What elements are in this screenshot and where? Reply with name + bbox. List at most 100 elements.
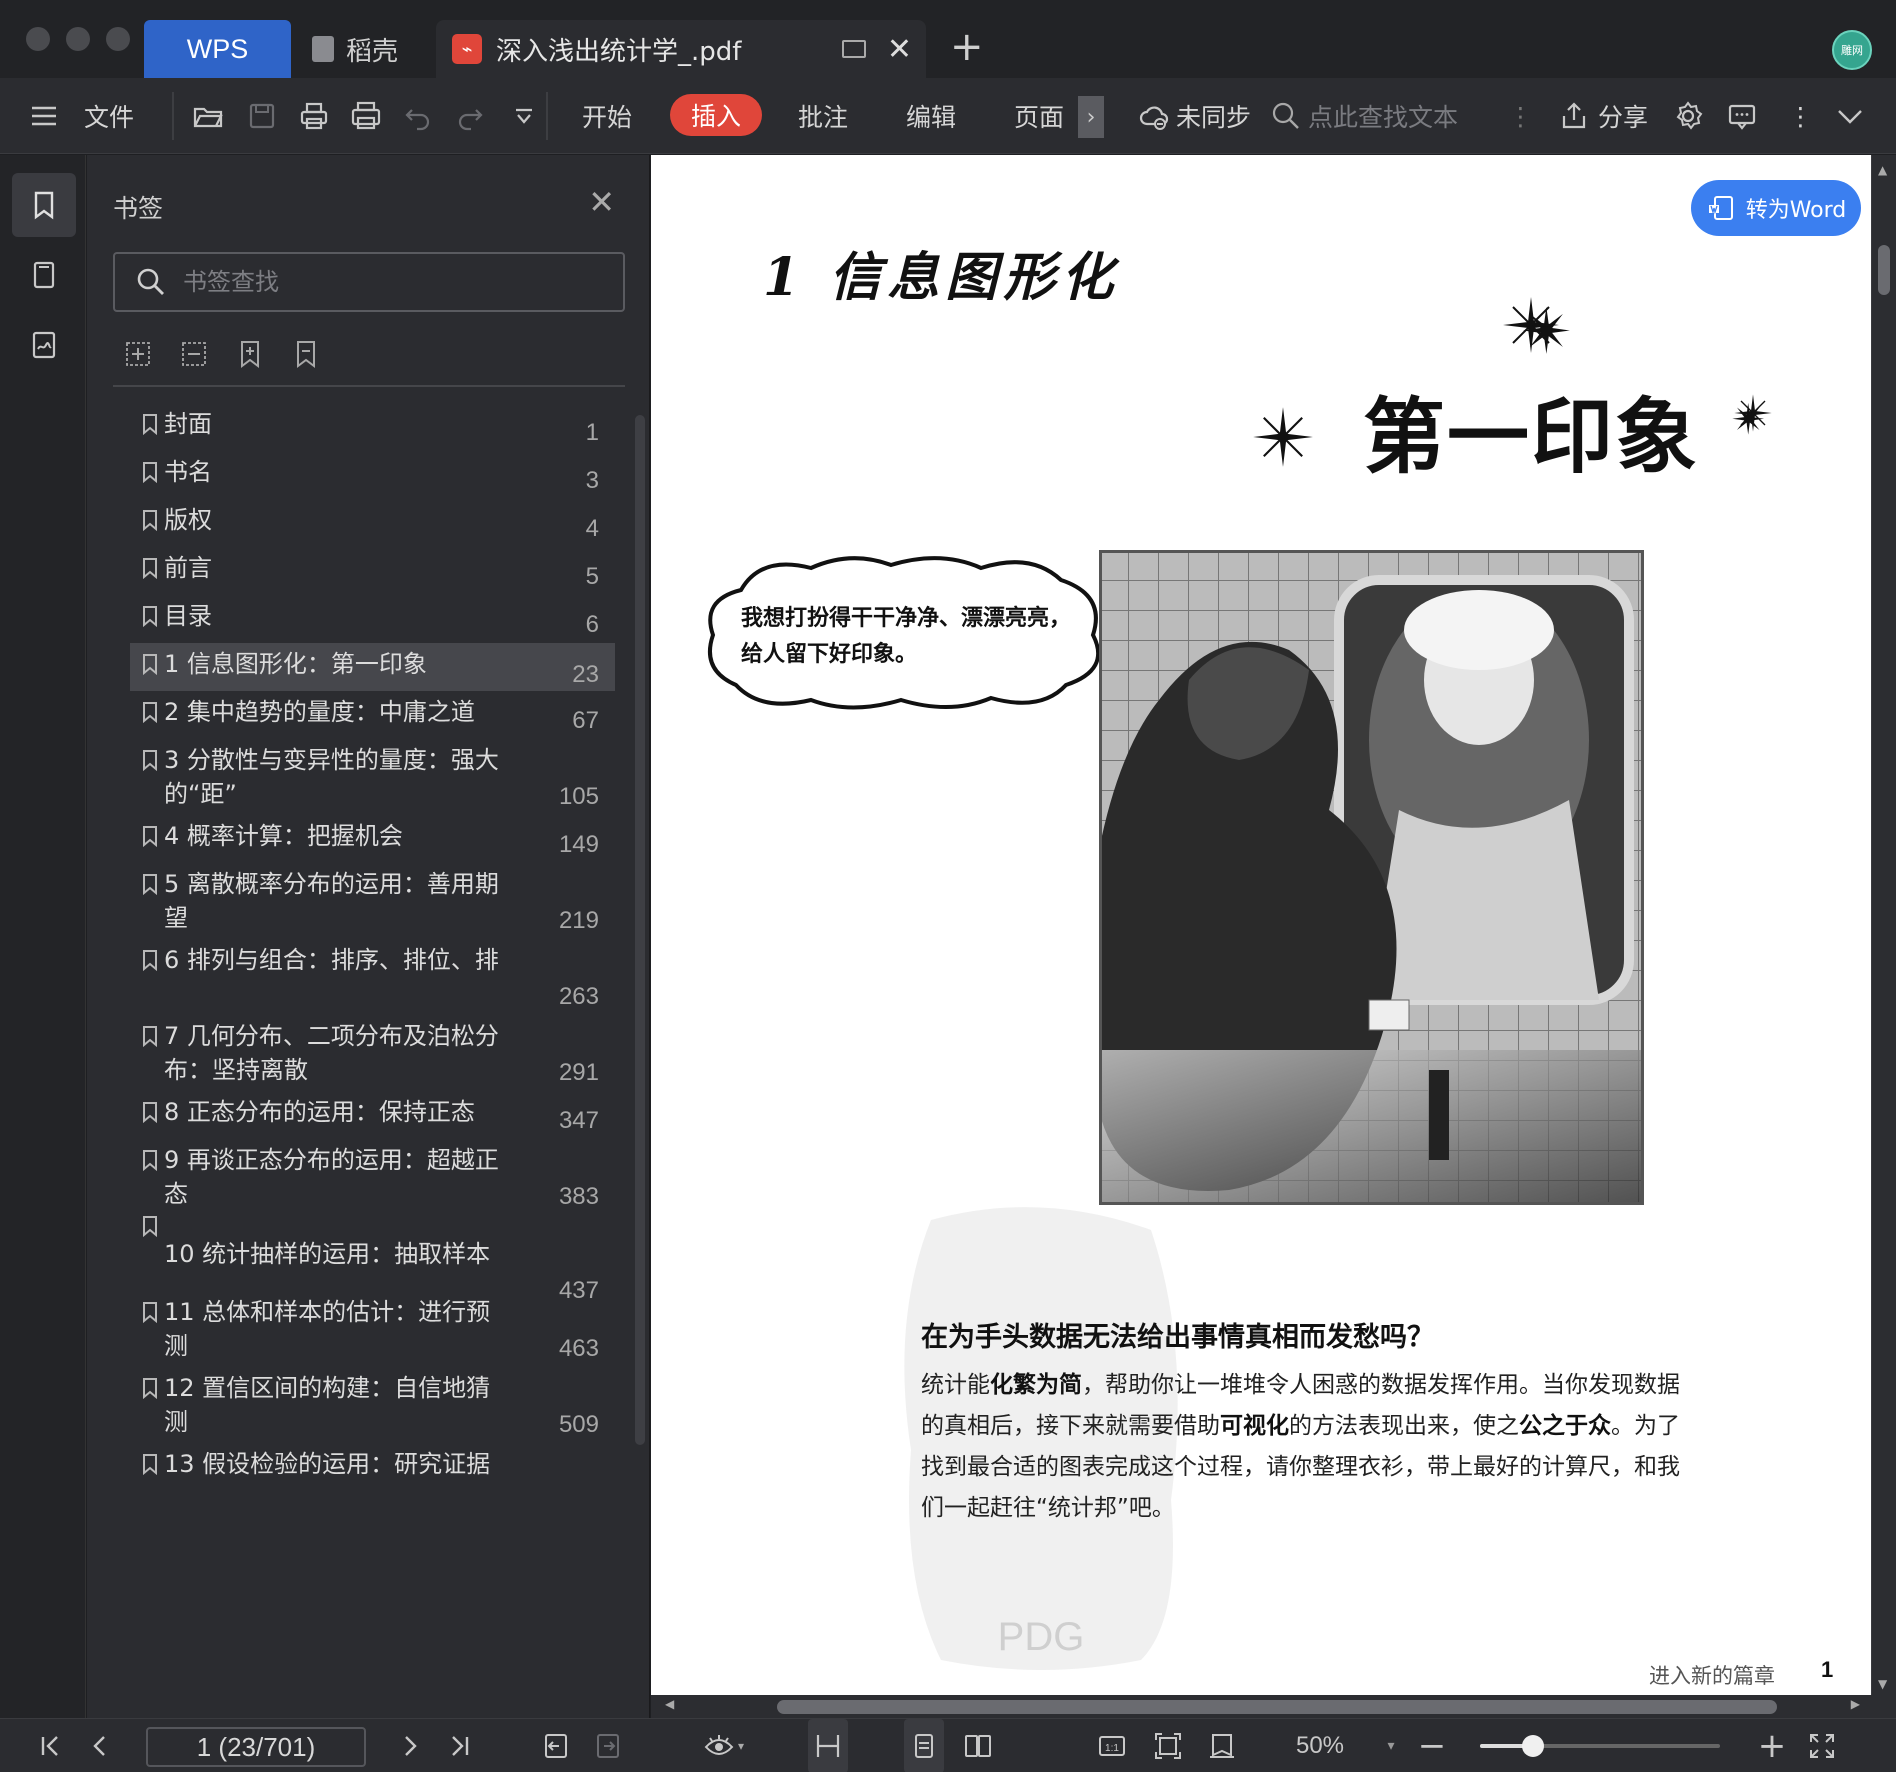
- window-close-button[interactable]: [26, 27, 50, 51]
- menu-file[interactable]: 文件: [84, 78, 134, 154]
- panel-scrollbar[interactable]: [635, 415, 645, 1445]
- open-folder-icon[interactable]: [192, 100, 224, 132]
- go-back-icon[interactable]: [538, 1719, 574, 1772]
- bookmark-search-box[interactable]: [113, 252, 625, 312]
- save-icon[interactable]: [246, 100, 278, 132]
- panel-close-icon[interactable]: ✕: [588, 183, 615, 221]
- bookmark-panel-button[interactable]: [12, 173, 76, 237]
- actual-size-button[interactable]: 1:1: [1092, 1719, 1132, 1772]
- bookmark-item[interactable]: 1 信息图形化：第一印象 23: [130, 643, 615, 691]
- fullscreen-icon[interactable]: [1802, 1719, 1842, 1772]
- zoom-dropdown-icon[interactable]: ▾: [1378, 1719, 1404, 1772]
- desktop-icon[interactable]: [842, 40, 866, 58]
- delete-bookmark-icon[interactable]: [291, 339, 321, 369]
- first-page-icon[interactable]: [32, 1719, 68, 1772]
- tab-start[interactable]: 开始: [582, 78, 632, 154]
- bookmark-item[interactable]: 13 假设检验的运用：研究证据: [130, 1443, 615, 1503]
- more-vertical-icon[interactable]: ⋮: [1508, 78, 1533, 154]
- window-minimize-button[interactable]: [66, 27, 90, 51]
- fit-width-button[interactable]: [1202, 1719, 1242, 1772]
- tab-close-icon[interactable]: ✕: [887, 32, 912, 67]
- bookmark-label: 目录: [164, 602, 212, 630]
- last-page-icon[interactable]: [442, 1719, 478, 1772]
- tab-insert[interactable]: 插入: [670, 94, 762, 136]
- vertical-scroll-thumb[interactable]: [1878, 245, 1890, 295]
- zoom-slider-handle[interactable]: [1521, 1735, 1544, 1757]
- bookmark-item[interactable]: 9 再谈正态分布的运用：超越正态 383: [130, 1139, 615, 1215]
- bookmark-item[interactable]: 3 分散性与变异性的量度：强大的“距” 105: [130, 739, 615, 815]
- bookmark-item[interactable]: 版权 4: [130, 499, 615, 547]
- bookmark-item[interactable]: 前言 5: [130, 547, 615, 595]
- comment-icon[interactable]: [1726, 100, 1758, 132]
- sync-status[interactable]: 未同步: [1176, 78, 1251, 154]
- horizontal-scrollbar[interactable]: ◀ ▶: [651, 1695, 1896, 1718]
- zoom-out-icon[interactable]: −: [1414, 1719, 1450, 1772]
- new-tab-button[interactable]: +: [950, 24, 984, 70]
- bookmark-item[interactable]: 10 统计抽样的运用：抽取样本 437: [130, 1215, 615, 1304]
- collapse-ribbon-chevron-icon[interactable]: [1834, 100, 1866, 132]
- single-page-view-button[interactable]: [904, 1719, 944, 1772]
- thumbnail-panel-button[interactable]: [12, 243, 76, 307]
- bookmark-icon: [142, 557, 158, 580]
- page-number-input[interactable]: 1 (23/701): [146, 1727, 366, 1767]
- bookmark-search-input[interactable]: [183, 268, 583, 296]
- tab-pdf-document[interactable]: ⌁ 深入浅出统计学_.pdf ✕: [436, 20, 926, 78]
- tab-page[interactable]: 页面: [1014, 78, 1064, 154]
- bookmark-item[interactable]: 11 总体和样本的估计：进行预测 463: [130, 1291, 615, 1367]
- eye-protection-icon[interactable]: ▾: [696, 1719, 752, 1772]
- convert-to-word-button[interactable]: 转为Word: [1691, 180, 1861, 236]
- two-page-view-button[interactable]: [958, 1719, 998, 1772]
- tab-daoke[interactable]: 稻壳: [302, 20, 432, 78]
- eye-dropdown-icon[interactable]: ▾: [738, 1739, 744, 1753]
- find-text-field[interactable]: 点此查找文本: [1308, 78, 1458, 154]
- vertical-scrollbar[interactable]: ▲ ▼: [1872, 155, 1896, 1695]
- more-options-icon[interactable]: ⋮: [1788, 78, 1813, 154]
- window-maximize-button[interactable]: [106, 27, 130, 51]
- bookmark-item[interactable]: 5 离散概率分布的运用：善用期望 219: [130, 863, 615, 939]
- scroll-down-arrow-icon[interactable]: ▼: [1878, 1677, 1887, 1691]
- share-button[interactable]: 分享: [1598, 78, 1648, 154]
- avatar[interactable]: 雕网: [1832, 30, 1872, 70]
- undo-icon[interactable]: [402, 100, 434, 132]
- quick-access-dropdown-icon[interactable]: [508, 100, 540, 132]
- share-icon[interactable]: [1558, 100, 1590, 132]
- signature-panel-button[interactable]: [12, 313, 76, 377]
- bookmark-item[interactable]: 封面 1: [130, 403, 615, 451]
- tab-wps[interactable]: WPS: [144, 20, 291, 78]
- hamburger-menu-icon[interactable]: [28, 100, 60, 132]
- go-forward-icon[interactable]: [590, 1719, 626, 1772]
- bookmark-item[interactable]: 书名 3: [130, 451, 615, 499]
- scroll-right-arrow-icon[interactable]: ▶: [1851, 1697, 1860, 1711]
- bookmark-item[interactable]: 7 几何分布、二项分布及泊松分布：坚持离散 291: [130, 1015, 615, 1091]
- bookmark-item[interactable]: 目录 6: [130, 595, 615, 643]
- bookmark-page-number: 463: [558, 1335, 599, 1362]
- redo-icon[interactable]: [454, 100, 486, 132]
- bookmark-item[interactable]: 6 排列与组合：排序、排位、排 263: [130, 939, 615, 1015]
- previous-page-icon[interactable]: [82, 1719, 118, 1772]
- tab-annotate[interactable]: 批注: [798, 78, 848, 154]
- add-bookmark-icon[interactable]: [235, 339, 265, 369]
- cloud-sync-icon[interactable]: [1138, 100, 1170, 132]
- scroll-up-arrow-icon[interactable]: ▲: [1878, 163, 1887, 177]
- search-icon[interactable]: [1270, 100, 1302, 132]
- bookmark-item[interactable]: 4 概率计算：把握机会 149: [130, 815, 615, 863]
- zoom-slider[interactable]: [1480, 1735, 1720, 1757]
- print-preview-icon[interactable]: [350, 100, 382, 132]
- zoom-in-icon[interactable]: +: [1754, 1719, 1790, 1772]
- bookmark-item[interactable]: 8 正态分布的运用：保持正态 347: [130, 1091, 615, 1139]
- zoom-level[interactable]: 50%: [1280, 1719, 1360, 1772]
- left-icon-rail: [0, 155, 86, 1718]
- continuous-scroll-button[interactable]: [808, 1719, 848, 1772]
- scroll-left-arrow-icon[interactable]: ◀: [665, 1697, 674, 1711]
- bookmark-item[interactable]: 12 置信区间的构建：自信地猜测 509: [130, 1367, 615, 1443]
- tab-edit[interactable]: 编辑: [906, 78, 956, 154]
- fit-page-button[interactable]: [1148, 1719, 1188, 1772]
- more-tabs-chevron-icon[interactable]: ›: [1078, 96, 1104, 138]
- settings-gear-icon[interactable]: [1672, 100, 1704, 132]
- horizontal-scroll-thumb[interactable]: [777, 1700, 1777, 1714]
- bookmark-item[interactable]: 2 集中趋势的量度：中庸之道 67: [130, 691, 615, 739]
- print-icon[interactable]: [298, 100, 330, 132]
- next-page-icon[interactable]: [392, 1719, 428, 1772]
- expand-all-icon[interactable]: [123, 339, 153, 369]
- collapse-all-icon[interactable]: [179, 339, 209, 369]
